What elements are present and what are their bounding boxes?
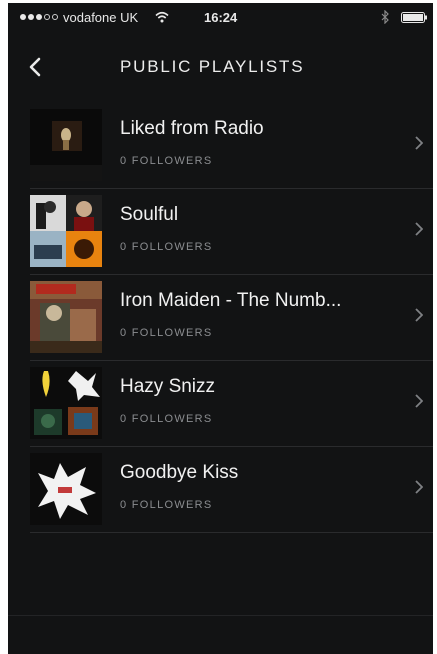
- playlist-list: Liked from Radio 0 FOLLOWERS Soulful 0 F…: [8, 103, 433, 533]
- chevron-right-icon: [415, 308, 423, 322]
- signal-strength-icon: [20, 14, 58, 20]
- playlist-title: Iron Maiden - The Numb...: [120, 290, 342, 311]
- playlist-followers: 0 FOLLOWERS: [120, 499, 213, 511]
- chevron-right-icon: [415, 480, 423, 494]
- playlist-row-soulful[interactable]: Soulful 0 FOLLOWERS: [8, 189, 433, 275]
- playlist-title: Goodbye Kiss: [120, 462, 239, 483]
- wifi-icon: [155, 11, 169, 23]
- chevron-right-icon: [415, 222, 423, 236]
- playlist-followers: 0 FOLLOWERS: [120, 413, 213, 425]
- page-title: PUBLIC PLAYLISTS: [120, 57, 305, 76]
- playlist-cover-image: [30, 367, 102, 439]
- playlist-title: Hazy Snizz: [120, 376, 216, 397]
- status-time: 16:24: [204, 10, 238, 25]
- nav-header: PUBLIC PLAYLISTS: [8, 35, 433, 95]
- playlist-row-liked-from-radio[interactable]: Liked from Radio 0 FOLLOWERS: [8, 103, 433, 189]
- playlist-cover-image: [30, 195, 102, 267]
- playlist-row-iron-maiden[interactable]: Iron Maiden - The Numb... 0 FOLLOWERS: [8, 275, 433, 361]
- playlist-followers: 0 FOLLOWERS: [120, 155, 213, 167]
- playlist-row-hazy-snizz[interactable]: Hazy Snizz 0 FOLLOWERS: [8, 361, 433, 447]
- bluetooth-icon: [381, 10, 389, 24]
- carrier-name: vodafone UK: [63, 10, 139, 25]
- bottom-divider: [8, 615, 433, 616]
- playlist-followers: 0 FOLLOWERS: [120, 327, 213, 339]
- status-bar: vodafone UK 16:24: [8, 3, 433, 31]
- chevron-right-icon: [415, 394, 423, 408]
- playlist-row-goodbye-kiss[interactable]: Goodbye Kiss 0 FOLLOWERS: [8, 447, 433, 533]
- battery-icon: [401, 12, 427, 23]
- playlist-cover-image: [30, 109, 102, 181]
- playlist-followers: 0 FOLLOWERS: [120, 241, 213, 253]
- playlist-cover-image: [30, 281, 102, 353]
- back-chevron-icon[interactable]: [24, 55, 48, 79]
- phone-screen: vodafone UK 16:24 PUBLIC PLAYLISTS Liked…: [8, 3, 433, 654]
- playlist-title: Liked from Radio: [120, 118, 264, 139]
- playlist-cover-image: [30, 453, 102, 525]
- playlist-title: Soulful: [120, 204, 179, 225]
- chevron-right-icon: [415, 136, 423, 150]
